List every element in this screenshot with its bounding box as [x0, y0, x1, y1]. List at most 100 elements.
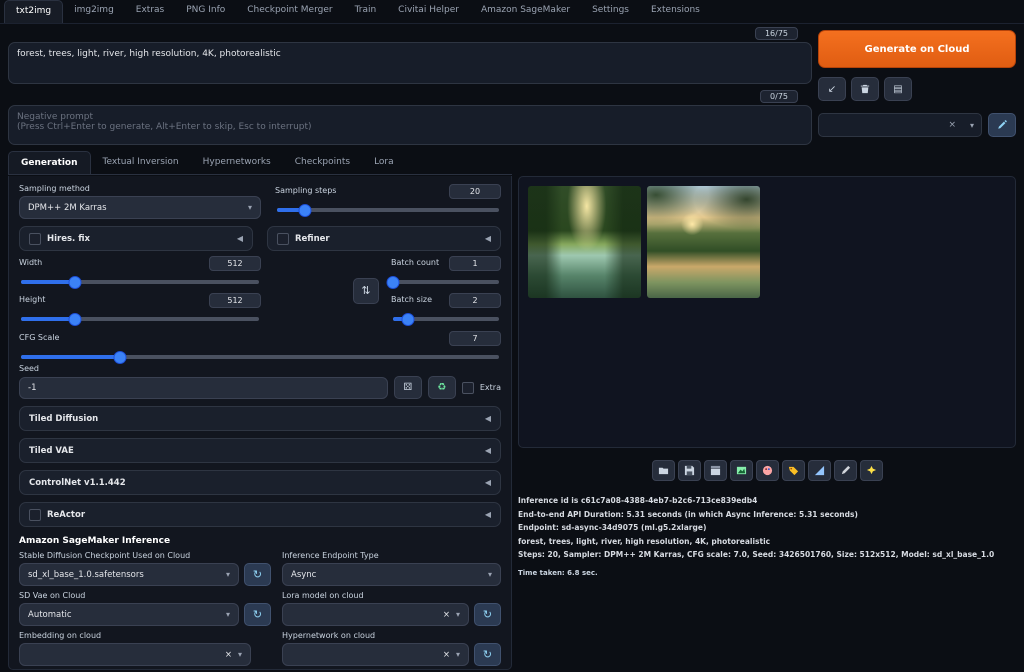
reuse-seed-button[interactable]: ♻	[427, 376, 456, 399]
tab-textual-inversion[interactable]: Textual Inversion	[91, 151, 191, 174]
cloud-embedding-label: Embedding on cloud	[19, 631, 102, 640]
save-image-button[interactable]	[677, 460, 701, 481]
sampling-steps-label: Sampling steps	[275, 185, 337, 195]
prompt-input[interactable]: forest, trees, light, river, high resolu…	[8, 42, 812, 84]
refresh-checkpoint-button[interactable]: ↻	[244, 563, 271, 586]
batch-count-value[interactable]: 1	[449, 256, 501, 271]
collapse-arrow-icon: ◀	[484, 234, 491, 243]
scale-button[interactable]	[807, 460, 831, 481]
cloud-lora-multiselect[interactable]: × ▾	[282, 603, 469, 626]
seed-extra-checkbox[interactable]	[461, 381, 474, 394]
restore-prompt-button[interactable]: ↙	[818, 77, 846, 101]
cloud-hypernetwork-multiselect[interactable]: × ▾	[282, 643, 469, 666]
sampling-steps-value[interactable]: 20	[449, 184, 501, 199]
extra-networks-button[interactable]: ▤	[884, 77, 912, 101]
paintbrush-icon	[998, 120, 1007, 129]
tab-img2img[interactable]: img2img	[63, 0, 125, 23]
endpoint-type-value: Async	[291, 569, 317, 580]
tab-train[interactable]: Train	[344, 0, 388, 23]
reactor-label: ReActor	[47, 509, 86, 520]
tiled-diffusion-accordion[interactable]: Tiled Diffusion ◀	[19, 406, 501, 431]
tab-txt2img[interactable]: txt2img	[4, 0, 64, 23]
tab-generation[interactable]: Generation	[8, 151, 91, 174]
cloud-checkpoint-dropdown[interactable]: sd_xl_base_1.0.safetensors ▾	[19, 563, 239, 586]
send-to-inpaint-button[interactable]	[755, 460, 779, 481]
cloud-vae-dropdown[interactable]: Automatic ▾	[19, 603, 239, 626]
edit-image-button[interactable]	[833, 460, 857, 481]
cloud-lora-label: Lora model on cloud	[282, 591, 364, 600]
clear-prompt-button[interactable]	[851, 77, 879, 101]
reactor-checkbox[interactable]	[29, 508, 41, 521]
tab-civitai-helper[interactable]: Civitai Helper	[387, 0, 470, 23]
width-value[interactable]: 512	[209, 256, 261, 271]
clear-selection-icon[interactable]: ×	[225, 650, 232, 660]
collapse-arrow-icon: ◀	[236, 234, 243, 243]
clear-styles-icon[interactable]: ×	[948, 120, 956, 130]
send-to-img2img-button[interactable]	[729, 460, 753, 481]
tab-png-info[interactable]: PNG Info	[175, 0, 236, 23]
swap-dimensions-button[interactable]: ⇅	[353, 277, 379, 304]
sampling-steps-slider[interactable]	[277, 204, 499, 217]
refresh-lora-button[interactable]: ↻	[474, 603, 501, 626]
save-zip-button[interactable]	[703, 460, 727, 481]
open-images-folder-button[interactable]	[651, 460, 675, 481]
width-slider[interactable]	[21, 276, 259, 289]
styles-row: × ▾	[818, 113, 1016, 137]
slider-knob[interactable]	[386, 276, 400, 289]
batch-size-slider[interactable]	[393, 313, 499, 326]
slider-fill	[21, 280, 75, 284]
enhance-button[interactable]	[859, 460, 883, 481]
batch-size-value[interactable]: 2	[449, 293, 501, 308]
tab-hypernetworks[interactable]: Hypernetworks	[191, 151, 283, 174]
refiner-checkbox[interactable]	[277, 232, 289, 245]
tab-checkpoint-merger[interactable]: Checkpoint Merger	[236, 0, 343, 23]
slider-knob[interactable]	[113, 351, 127, 364]
seed-input[interactable]	[19, 376, 388, 399]
batch-size-label: Batch size	[391, 294, 433, 304]
refresh-vae-button[interactable]: ↻	[244, 603, 271, 626]
endpoint-type-dropdown[interactable]: Async ▾	[282, 563, 501, 586]
gallery-action-buttons	[518, 460, 1016, 481]
refresh-hypernetwork-button[interactable]: ↻	[474, 643, 501, 666]
slider-knob[interactable]	[298, 204, 312, 217]
tab-lora[interactable]: Lora	[362, 151, 406, 174]
chevron-down-icon: ▾	[969, 120, 974, 130]
tab-settings[interactable]: Settings	[581, 0, 640, 23]
batch-count-slider[interactable]	[386, 276, 499, 289]
edit-styles-button[interactable]	[988, 113, 1016, 137]
generated-image-1[interactable]	[528, 186, 641, 298]
sampling-method-dropdown[interactable]: DPM++ 2M Karras ▾	[19, 196, 261, 219]
slider-knob[interactable]	[401, 313, 415, 326]
hires-fix-checkbox[interactable]	[29, 232, 41, 245]
chevron-down-icon: ▾	[455, 610, 460, 619]
result-gallery	[518, 176, 1016, 448]
clear-selection-icon[interactable]: ×	[443, 650, 450, 660]
tiled-vae-accordion[interactable]: Tiled VAE ◀	[19, 438, 501, 463]
send-to-extras-button[interactable]	[781, 460, 805, 481]
controlnet-accordion[interactable]: ControlNet v1.1.442 ◀	[19, 470, 501, 495]
hires-fix-accordion[interactable]: Hires. fix ◀	[19, 226, 253, 251]
reactor-accordion[interactable]: ReActor ◀	[19, 502, 501, 527]
tab-extensions[interactable]: Extensions	[640, 0, 711, 23]
negative-prompt-input[interactable]	[8, 105, 812, 145]
refiner-accordion[interactable]: Refiner ◀	[267, 226, 501, 251]
tab-extras[interactable]: Extras	[125, 0, 175, 23]
tab-amazon-sagemaker[interactable]: Amazon SageMaker	[470, 0, 581, 23]
generated-image-2[interactable]	[647, 186, 760, 298]
tab-checkpoints[interactable]: Checkpoints	[283, 151, 362, 174]
height-value[interactable]: 512	[209, 293, 261, 308]
folder-icon	[658, 467, 668, 475]
cloud-embedding-multiselect[interactable]: × ▾	[19, 643, 251, 666]
height-slider[interactable]	[21, 313, 259, 326]
generate-on-cloud-button[interactable]: Generate on Cloud	[818, 30, 1016, 68]
dimensions-column: Width 512 Height 512	[19, 256, 261, 326]
random-seed-button[interactable]: ⚄	[393, 376, 422, 399]
slider-knob[interactable]	[68, 276, 82, 289]
endpoint-type-label: Inference Endpoint Type	[282, 551, 379, 560]
cfg-value[interactable]: 7	[449, 331, 501, 346]
trash-icon	[860, 84, 870, 94]
styles-dropdown[interactable]: × ▾	[818, 113, 982, 137]
clear-selection-icon[interactable]: ×	[443, 610, 450, 620]
slider-knob[interactable]	[68, 313, 82, 326]
cfg-slider[interactable]	[21, 351, 499, 364]
